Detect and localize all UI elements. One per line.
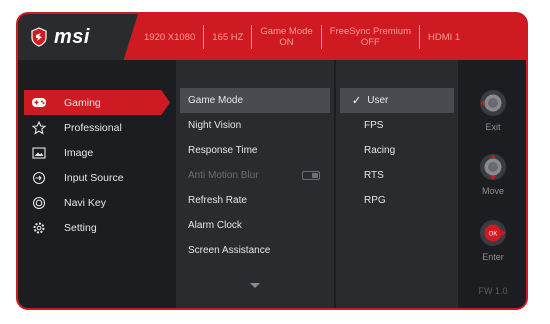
options-column: ✓ User FPS Racing RTS RPG [336,60,458,308]
osd-menu: msi 1920 X1080 165 HZ Game Mode ON FreeS… [16,12,528,310]
sidebar-item-label: Input Source [64,171,124,184]
navi-key-icon [28,196,50,210]
move-label: Move [481,186,504,196]
sidebar-item-label: Setting [64,221,97,234]
joystick-enter-icon: OK [480,220,506,246]
joystick-left-icon [480,90,506,116]
submenu-item-label: Refresh Rate [188,195,247,206]
option-label: FPS [364,120,384,131]
submenu-item-alarm-clock[interactable]: Alarm Clock [176,213,334,238]
enter-label: Enter [482,252,504,262]
submenu-item-anti-motion-blur: Anti Motion Blur [176,163,334,188]
submenu-item-label: Anti Motion Blur [188,170,259,181]
option-racing[interactable]: Racing [336,138,458,163]
resolution-status: 1920 X1080 [144,31,196,43]
option-label: Racing [364,145,396,156]
navi-key-guide: Exit Move OK Enter FW 1.0 [460,60,526,308]
header-bar: msi 1920 X1080 165 HZ Game Mode ON FreeS… [18,14,526,60]
submenu-item-refresh-rate[interactable]: Refresh Rate [176,188,334,213]
sidebar-item-label: Gaming [64,96,101,109]
refresh-status: 165 HZ [203,25,251,49]
sidebar-item-image[interactable]: Image [18,140,170,165]
submenu-item-label: Night Vision [188,120,242,131]
category-sidebar: Gaming Professional Image Input Source N… [18,90,170,240]
freesync-status: FreeSync Premium OFF [320,25,419,49]
anti-motion-blur-toggle [302,171,320,180]
sidebar-item-label: Professional [64,121,122,134]
sidebar-item-label: Image [64,146,94,159]
sidebar-item-gaming[interactable]: Gaming [24,90,170,115]
setting-gear-icon [28,221,50,235]
brand-name: msi [54,25,90,48]
submenu-column: Game Mode Night Vision Response Time Ant… [176,60,334,308]
scroll-down-arrow-icon[interactable] [250,283,260,288]
gamepad-icon [28,97,50,108]
submenu-item-label: Screen Assistance [188,245,271,256]
option-rts[interactable]: RTS [336,163,458,188]
exit-hint: Exit [460,88,526,132]
submenu-item-screen-assistance[interactable]: Screen Assistance [176,238,334,263]
option-label: User [367,95,389,106]
joystick-move-icon [480,154,506,180]
submenu-item-night-vision[interactable]: Night Vision [176,113,334,138]
brand-logo: msi [18,14,138,60]
ok-text: OK [489,231,498,237]
status-items: 1920 X1080 165 HZ Game Mode ON FreeSync … [136,14,526,60]
input-status: HDMI 1 [419,25,468,49]
game-mode-status: Game Mode ON [251,25,320,49]
submenu-item-label: Alarm Clock [188,220,242,231]
option-label: RPG [364,195,386,206]
image-icon [28,146,50,159]
submenu-item-response-time[interactable]: Response Time [176,138,334,163]
sidebar-item-input-source[interactable]: Input Source [18,165,170,190]
move-hint: Move [460,152,526,196]
submenu-item-label: Response Time [188,145,258,156]
sidebar-item-setting[interactable]: Setting [18,215,170,240]
checkmark-icon: ✓ [352,95,362,107]
sidebar-item-professional[interactable]: Professional [18,115,170,140]
star-icon [28,120,50,135]
input-icon [28,171,50,185]
option-fps[interactable]: FPS [336,113,458,138]
submenu-item-label: Game Mode [188,95,244,106]
submenu-item-game-mode[interactable]: Game Mode [180,88,330,113]
sidebar-item-label: Navi Key [64,196,107,209]
exit-label: Exit [485,122,501,132]
enter-hint: OK Enter [460,218,526,262]
msi-dragon-shield-icon [31,27,47,47]
option-label: RTS [364,170,384,181]
option-rpg[interactable]: RPG [336,188,458,213]
option-user[interactable]: ✓ User [340,88,454,113]
sidebar-item-navi-key[interactable]: Navi Key [18,190,170,215]
firmware-version: FW 1.0 [478,286,508,296]
